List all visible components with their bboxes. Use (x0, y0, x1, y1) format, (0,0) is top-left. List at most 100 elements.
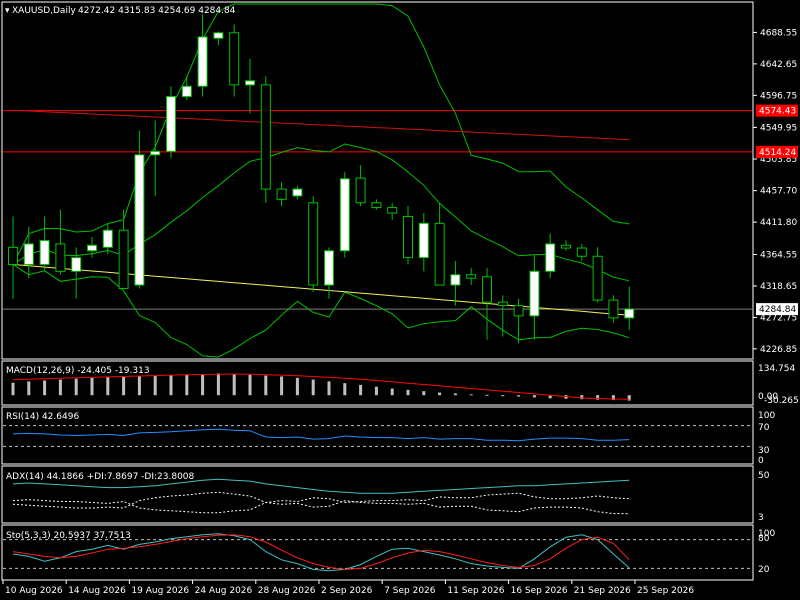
header-symbol: XAUUSD,Daily (12, 6, 76, 16)
candle-bull-body (545, 243, 556, 272)
candle-bear-body (434, 222, 445, 286)
candle-bull-body (324, 250, 334, 286)
candle-bull-body (339, 178, 350, 252)
macd-label: MACD(12,26,9) -24.405 -19.313 (6, 366, 150, 376)
macd-histogram-bar (580, 395, 584, 400)
price-tick-label: 4642.65 (760, 60, 797, 70)
stoch-label: Sto(5,3,3) 20.5937 37.7513 (6, 531, 131, 541)
macd-histogram-bar (295, 377, 299, 396)
macd-histogram-bar (532, 395, 536, 398)
price-tick-label: 4549.95 (760, 123, 797, 133)
candle-bull-body (150, 150, 161, 156)
candle-bull-body (624, 308, 635, 319)
candle-bull-body (134, 154, 145, 286)
candle-bear-body (513, 305, 524, 317)
rsi-scale-70: 70 (758, 423, 770, 433)
candle-bear-body (608, 299, 619, 319)
candle[interactable] (308, 195, 319, 292)
candle-bull-body (102, 229, 113, 248)
candle-bear-body (482, 276, 492, 303)
price-tick-label: 4457.70 (760, 187, 797, 197)
candle-bear-body (592, 255, 603, 301)
candle[interactable] (260, 75, 271, 203)
candle-bull-body (418, 222, 429, 259)
price-tick-label: 4364.55 (760, 250, 797, 260)
candle-bear-body (387, 207, 398, 214)
macd-histogram-bar (248, 374, 252, 396)
level-price-label: 4514.24 (759, 148, 796, 158)
macd-histogram-bar (153, 375, 157, 396)
stoch-scale-top: 80 (758, 534, 770, 544)
macd-histogram-bar (216, 373, 220, 396)
candle-bull-body (450, 274, 461, 286)
rsi-scale-100: 100 (758, 411, 775, 421)
candle-bull-body (197, 36, 208, 87)
candle[interactable] (166, 86, 176, 159)
macd-histogram-bar (469, 394, 473, 396)
candle[interactable] (134, 130, 145, 289)
rsi-scale-0: 0 (758, 456, 764, 466)
macd-histogram-bar (517, 395, 521, 397)
macd-histogram-bar (232, 373, 236, 396)
candle-bull-body (245, 80, 255, 86)
time-tick-label: 24 Aug 2026 (195, 586, 253, 596)
candle-bear-body (55, 243, 66, 272)
macd-histogram-bar (122, 376, 126, 396)
time-tick-label: 19 Aug 2026 (131, 586, 189, 596)
macd-histogram-bar (27, 381, 31, 396)
price-tick-label: 4226.85 (760, 345, 797, 355)
macd-histogram-bar (169, 375, 173, 396)
header-ohlc: 4272.42 4315.83 4254.69 4284.84 (78, 6, 236, 16)
time-tick-label: 21 Sep 2026 (574, 586, 631, 596)
candle-bear-body (561, 244, 571, 249)
chart-root: 4688.554642.654596.754549.954503.854457.… (0, 0, 800, 600)
macd-histogram-bar (43, 380, 47, 396)
candle-bull-body (213, 32, 224, 39)
candle-bear-body (403, 215, 413, 259)
candle-bull-body (181, 85, 192, 98)
macd-histogram-bar (201, 374, 205, 396)
candle-bear-body (497, 301, 508, 307)
macd-scale-top: 134.754 (758, 364, 795, 374)
price-tick-label: 4596.75 (760, 91, 797, 101)
candle-bull-body (87, 244, 97, 252)
time-tick-label: 11 Sep 2026 (447, 586, 504, 596)
rsi-scale-30: 30 (758, 446, 770, 456)
candle-bull-body (292, 188, 303, 197)
macd-histogram-bar (106, 376, 110, 396)
chart-background (0, 0, 800, 600)
macd-histogram-bar (438, 392, 442, 396)
candle-bear-body (371, 202, 382, 209)
candle-bear-body (260, 84, 271, 190)
macd-histogram-bar (58, 379, 62, 396)
adx-scale-bottom: 3 (758, 513, 764, 523)
candle-bull-body (23, 243, 34, 265)
macd-histogram-bar (343, 383, 347, 396)
time-tick-label: 7 Sep 2026 (384, 586, 436, 596)
macd-histogram-bar (359, 384, 363, 396)
adx-label: ADX(14) 44.1866 +DI:7.8697 -DI:23.8008 (6, 472, 195, 482)
candle[interactable] (339, 171, 350, 258)
candle-bull-body (71, 257, 82, 272)
level-price-label: 4574.43 (759, 107, 796, 117)
macd-histogram-bar (185, 374, 189, 396)
candle-bull-body (529, 270, 540, 317)
candle-bull-body (166, 96, 176, 152)
candle-bear-body (466, 274, 477, 279)
candle-bear-body (276, 188, 287, 200)
macd-histogram-bar (501, 395, 505, 397)
macd-histogram-bar (422, 391, 426, 396)
candle-bull-body (39, 239, 50, 265)
macd-histogram-bar (311, 379, 315, 396)
adx-scale-top: 50 (758, 471, 770, 481)
current-price-label: 4284.84 (759, 305, 796, 315)
candle-bear-body (8, 246, 18, 265)
macd-histogram-bar (74, 378, 78, 396)
macd-histogram-bar (90, 377, 94, 396)
price-tick-label: 4688.55 (760, 28, 797, 38)
time-tick-label: 14 Aug 2026 (68, 586, 126, 596)
macd-histogram-bar (390, 388, 394, 396)
rsi-label: RSI(14) 42.6496 (6, 412, 79, 422)
macd-scale-bottom: -30.265 (764, 396, 799, 406)
time-tick-label: 2 Sep 2026 (321, 586, 373, 596)
